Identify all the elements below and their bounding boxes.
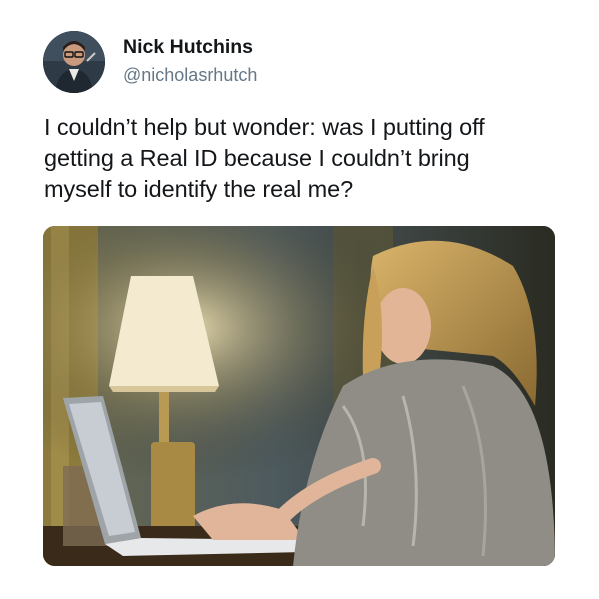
tweet-media[interactable] xyxy=(43,226,555,566)
tweet-card: Nick Hutchins @nicholasrhutch I couldn’t… xyxy=(0,0,599,599)
tweet-text: I couldn’t help but wonder: was I puttin… xyxy=(44,112,574,205)
author-handle[interactable]: @nicholasrhutch xyxy=(123,65,257,86)
media-image-icon xyxy=(43,226,555,566)
avatar[interactable] xyxy=(43,31,105,93)
author-name[interactable]: Nick Hutchins xyxy=(123,36,253,59)
tweet-text-line: getting a Real ID because I couldn’t bri… xyxy=(44,145,470,171)
tweet-text-line: I couldn’t help but wonder: was I puttin… xyxy=(44,114,485,140)
avatar-photo-icon xyxy=(43,31,105,93)
tweet-text-line: myself to identify the real me? xyxy=(44,176,354,202)
